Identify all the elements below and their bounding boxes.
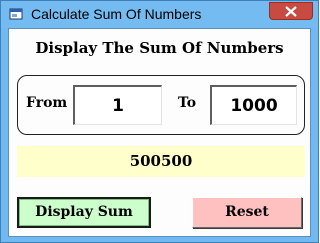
range-group: From To bbox=[17, 75, 305, 135]
from-label: From bbox=[26, 95, 68, 111]
window-title: Calculate Sum Of Numbers bbox=[31, 6, 202, 22]
result-display: 500500 bbox=[17, 146, 305, 177]
app-window: Calculate Sum Of Numbers Display The Sum… bbox=[0, 0, 319, 243]
display-sum-button[interactable]: Display Sum bbox=[17, 197, 151, 228]
from-input[interactable] bbox=[73, 85, 162, 125]
page-title: Display The Sum Of Numbers bbox=[35, 39, 284, 57]
to-label: To bbox=[178, 95, 197, 111]
to-input[interactable] bbox=[210, 85, 297, 125]
close-button[interactable] bbox=[269, 2, 313, 20]
close-icon bbox=[285, 6, 297, 17]
app-window-icon[interactable] bbox=[9, 7, 23, 21]
reset-button[interactable]: Reset bbox=[192, 197, 302, 228]
client-area: Display The Sum Of Numbers From To 50050… bbox=[8, 28, 311, 237]
title-bar[interactable]: Calculate Sum Of Numbers bbox=[1, 1, 318, 28]
